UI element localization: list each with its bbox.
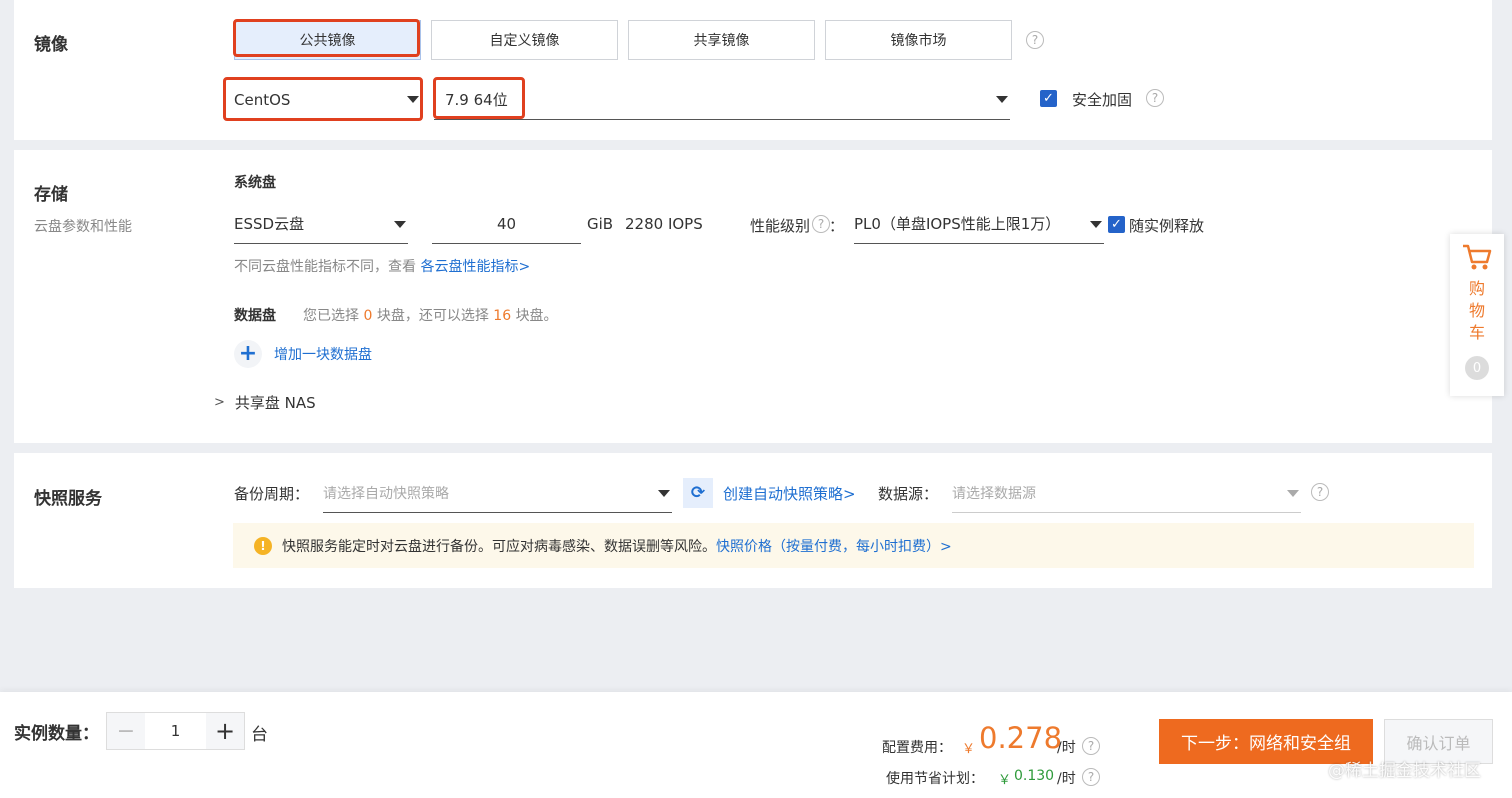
highlight-os-select bbox=[223, 77, 423, 121]
perf-level-value: PL0（单盘IOPS性能上限1万） bbox=[854, 215, 1061, 233]
config-fee-label: 配置费用： bbox=[882, 740, 952, 756]
data-disk-label: 数据盘 bbox=[234, 308, 276, 324]
footer-bar: 实例数量： − 1 + 台 配置费用： ￥ 0.278 /时 ? 使用节省计划：… bbox=[0, 692, 1512, 798]
create-snapshot-policy-link[interactable]: 创建自动快照策略> bbox=[723, 483, 856, 504]
data-disk-selected-count: 0 bbox=[363, 308, 373, 324]
system-disk-label: 系统盘 bbox=[234, 175, 276, 191]
disk-type-select[interactable]: ESSD云盘 bbox=[234, 204, 408, 244]
snapshot-section-title: 快照服务 bbox=[34, 489, 102, 509]
storage-section-title: 存储 bbox=[34, 185, 68, 205]
snapshot-notice: ! 快照服务能定时对云盘进行备份。可应对病毒感染、数据误删等风险。 快照价格（按… bbox=[233, 523, 1474, 568]
disk-size-input[interactable]: 40 bbox=[432, 204, 581, 244]
decrement-button[interactable]: − bbox=[107, 713, 145, 749]
image-section-title: 镜像 bbox=[34, 35, 68, 55]
size-unit: GiB bbox=[587, 215, 614, 233]
perf-colon: ： bbox=[829, 217, 845, 235]
backup-period-label: 备份周期： bbox=[234, 485, 310, 503]
shopping-cart[interactable]: 购 物 车 0 bbox=[1450, 234, 1504, 396]
refresh-button[interactable]: ⟳ bbox=[683, 478, 713, 508]
chevron-right-icon: > bbox=[214, 395, 225, 410]
image-help-icon[interactable]: ? bbox=[1026, 31, 1044, 49]
image-card: 镜像 公共镜像 自定义镜像 共享镜像 镜像市场 ? CentOS 7.9 64位… bbox=[14, 0, 1492, 140]
data-source-label: 数据源： bbox=[878, 485, 939, 503]
perf-level-select[interactable]: PL0（单盘IOPS性能上限1万） bbox=[854, 204, 1104, 244]
iops-value: 2280 IOPS bbox=[625, 215, 703, 233]
plus-icon: + bbox=[234, 340, 262, 368]
refresh-icon: ⟳ bbox=[690, 483, 706, 503]
chevron-down-icon bbox=[996, 96, 1008, 103]
data-source-placeholder: 请选择数据源 bbox=[952, 485, 1036, 502]
chevron-down-icon bbox=[1287, 490, 1299, 497]
perf-note: 不同云盘性能指标不同，查看 各云盘性能指标> bbox=[234, 259, 531, 275]
snapshot-help-icon[interactable]: ? bbox=[1311, 483, 1329, 501]
disk-type-value: ESSD云盘 bbox=[234, 215, 305, 233]
chevron-down-icon bbox=[394, 221, 406, 228]
config-fee-help-icon[interactable]: ? bbox=[1082, 737, 1100, 755]
saving-plan-label: 使用节省计划： bbox=[886, 771, 984, 787]
config-fee-value: 0.278 bbox=[979, 721, 1063, 755]
tab-image-market[interactable]: 镜像市场 bbox=[825, 20, 1012, 60]
cart-count-badge: 0 bbox=[1465, 356, 1489, 380]
snapshot-price-link[interactable]: 快照价格（按量付费，每小时扣费）> bbox=[716, 536, 952, 556]
instance-qty-label: 实例数量： bbox=[14, 724, 99, 744]
quantity-input[interactable]: 1 bbox=[145, 713, 206, 749]
quantity-stepper: − 1 + bbox=[106, 712, 245, 750]
storage-section-subtitle: 云盘参数和性能 bbox=[34, 219, 132, 235]
disk-size-value: 40 bbox=[496, 214, 517, 233]
add-data-disk-label: 增加一块数据盘 bbox=[274, 347, 372, 363]
highlight-version-select bbox=[433, 77, 525, 119]
cart-label: 购 物 车 bbox=[1468, 279, 1485, 342]
perf-level-label: 性能级别 bbox=[750, 217, 811, 235]
backup-period-select[interactable]: 请选择自动快照策略 bbox=[323, 473, 672, 513]
snapshot-card: 快照服务 备份周期： 请选择自动快照策略 ⟳ 创建自动快照策略> 数据源： 请选… bbox=[14, 453, 1492, 588]
data-disk-count-text: 您已选择 0 块盘，还可以选择 16 块盘。 bbox=[303, 308, 558, 324]
add-data-disk-button[interactable]: + 增加一块数据盘 bbox=[234, 340, 372, 368]
nas-expander[interactable]: > 共享盘 NAS bbox=[214, 392, 316, 413]
saving-plan-help-icon[interactable]: ? bbox=[1082, 768, 1100, 786]
release-with-instance-checkbox[interactable]: ✓ bbox=[1108, 216, 1125, 233]
watermark: @稀土掘金技术社区 bbox=[1328, 761, 1481, 781]
backup-period-placeholder: 请选择自动快照策略 bbox=[323, 485, 449, 502]
saving-plan-value: 0.130 bbox=[1014, 768, 1055, 784]
tab-custom-image[interactable]: 自定义镜像 bbox=[431, 20, 618, 60]
chevron-down-icon bbox=[1090, 221, 1102, 228]
release-with-instance-label: 随实例释放 bbox=[1129, 217, 1205, 235]
perf-metrics-link[interactable]: 各云盘性能指标> bbox=[420, 259, 530, 275]
tab-shared-image[interactable]: 共享镜像 bbox=[628, 20, 815, 60]
perf-help-icon[interactable]: ? bbox=[812, 215, 830, 233]
data-source-select[interactable]: 请选择数据源 bbox=[952, 473, 1301, 513]
increment-button[interactable]: + bbox=[206, 713, 244, 749]
saving-plan-unit: /时 bbox=[1057, 771, 1076, 787]
cart-icon bbox=[1463, 244, 1492, 270]
config-fee-currency: ￥ bbox=[962, 742, 976, 757]
nas-label: 共享盘 NAS bbox=[234, 394, 316, 412]
data-disk-remaining-count: 16 bbox=[493, 308, 512, 324]
security-checkbox[interactable]: ✓ bbox=[1040, 90, 1057, 107]
saving-plan-currency: ￥ bbox=[998, 773, 1012, 788]
snapshot-notice-text: 快照服务能定时对云盘进行备份。可应对病毒感染、数据误删等风险。 bbox=[282, 538, 716, 555]
security-label: 安全加固 bbox=[1072, 91, 1133, 109]
config-fee-unit: /时 bbox=[1057, 740, 1076, 756]
instance-qty-unit: 台 bbox=[251, 725, 268, 745]
warning-icon: ! bbox=[254, 536, 272, 555]
highlight-public-tab bbox=[233, 19, 420, 57]
storage-card: 存储 云盘参数和性能 系统盘 ESSD云盘 40 GiB 2280 IOPS 性… bbox=[14, 150, 1492, 443]
chevron-down-icon bbox=[658, 490, 670, 497]
security-help-icon[interactable]: ? bbox=[1146, 89, 1164, 107]
